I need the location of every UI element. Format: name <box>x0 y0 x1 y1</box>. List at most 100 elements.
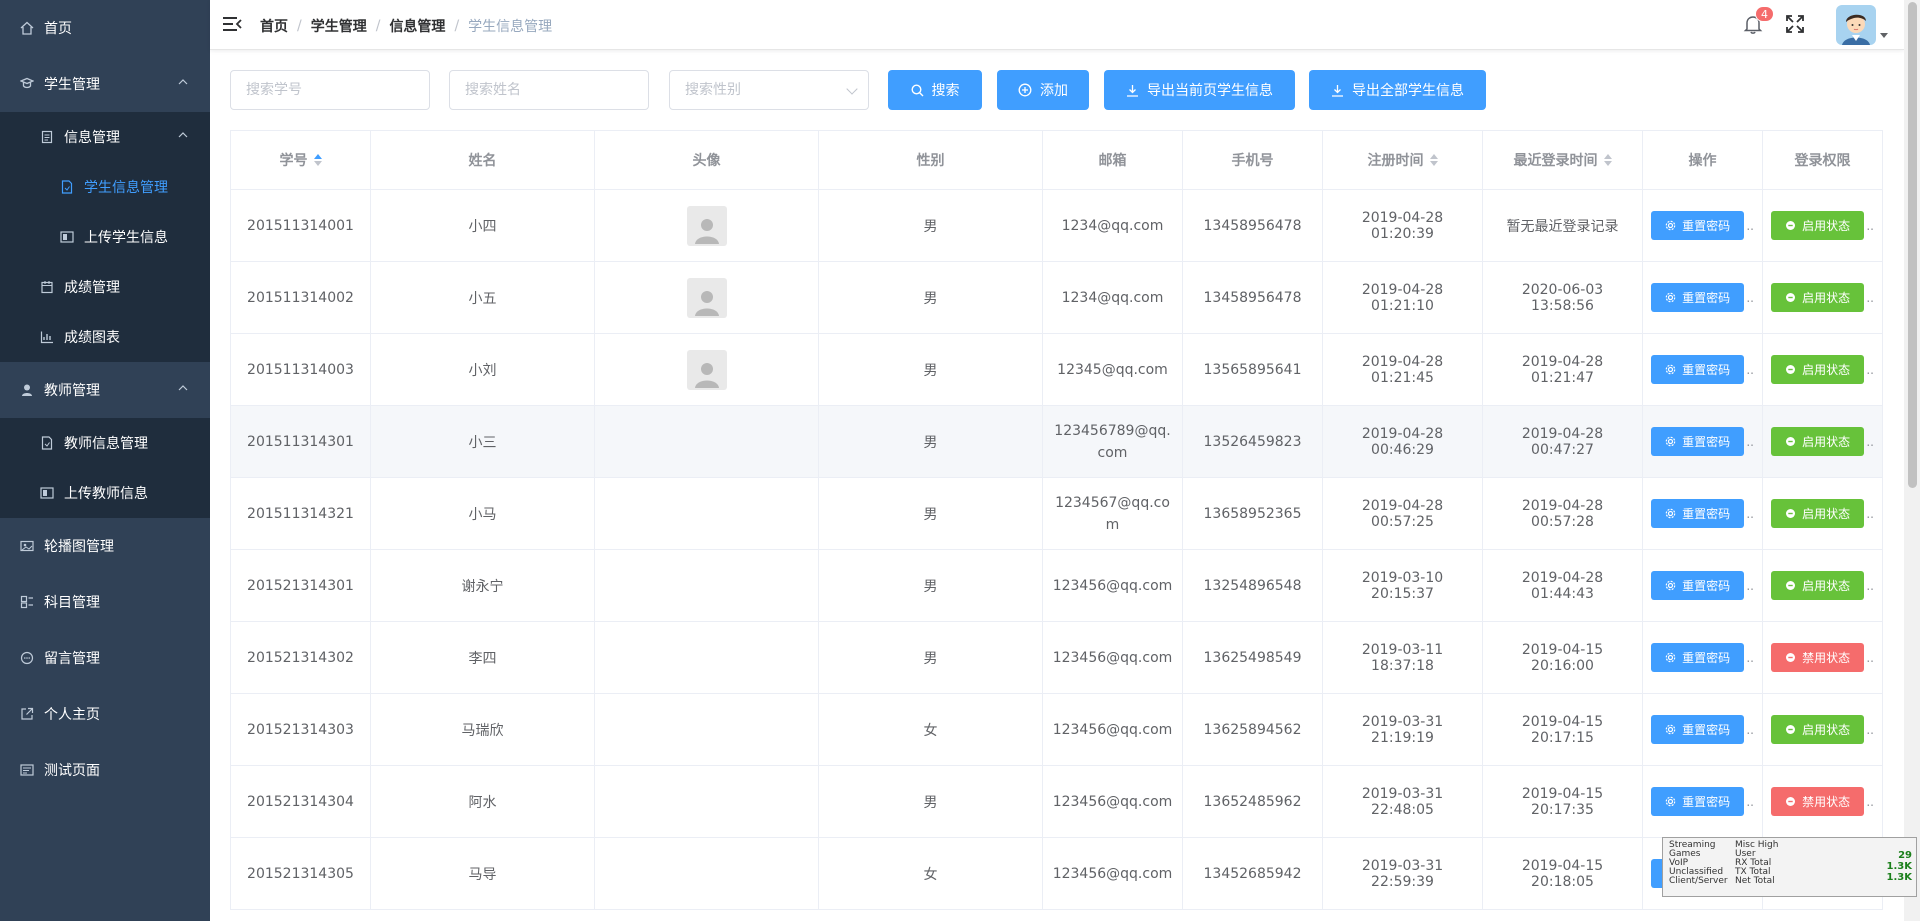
cell-login-permission: 禁用状态.. <box>1763 766 1883 837</box>
cell-last-login: 2019-04-28 00:57:28 <box>1483 478 1643 549</box>
reset-password-button[interactable]: 重置密码 <box>1651 643 1745 672</box>
cell-register-time: 2019-03-11 18:37:18 <box>1323 622 1483 693</box>
search-name-input[interactable]: 搜索姓名 <box>449 70 649 110</box>
sidebar-item-test[interactable]: 测试页面 <box>0 742 210 798</box>
sidebar-item-teacher-management[interactable]: 教师管理 <box>0 362 210 418</box>
toggle-status-button[interactable]: 启用状态 <box>1771 571 1865 600</box>
fullscreen-icon[interactable] <box>1786 15 1804 33</box>
cell-photo <box>595 262 819 333</box>
caret-down-icon[interactable] <box>1880 33 1888 38</box>
breadcrumb-student-management[interactable]: 学生管理 <box>311 16 367 36</box>
reset-password-label: 重置密码 <box>1682 579 1731 593</box>
sidebar-item-teacher-info[interactable]: 教师信息管理 <box>0 418 210 468</box>
column-header-photo: 头像 <box>595 131 819 189</box>
sidebar-item-profile[interactable]: 个人主页 <box>0 686 210 742</box>
column-header-register-time[interactable]: 注册时间 <box>1323 131 1483 189</box>
cell-phone: 13565895641 <box>1183 334 1323 405</box>
export-all-button[interactable]: 导出全部学生信息 <box>1309 70 1486 110</box>
cell-name: 小五 <box>371 262 595 333</box>
column-header-student-id[interactable]: 学号 <box>230 131 371 189</box>
sidebar-item-grade-chart[interactable]: 成绩图表 <box>0 312 210 362</box>
cell-student-id: 201521314305 <box>230 838 371 909</box>
status-circle-icon <box>1785 220 1796 231</box>
column-header-email: 邮箱 <box>1043 131 1183 189</box>
table-row[interactable]: 201521314304 阿水男 123456@qq.com 13652485962 2… <box>230 766 1883 838</box>
scrollbar-thumb[interactable] <box>1908 2 1917 488</box>
truncation-ellipsis: .. <box>1866 722 1874 737</box>
gender-select[interactable]: 搜索性别 <box>669 70 869 110</box>
student-submenu: 信息管理 学生信息管理 上传学生信息 成绩管理 成绩图表 <box>0 112 210 362</box>
sidebar-item-messages[interactable]: 留言管理 <box>0 630 210 686</box>
reset-password-label: 重置密码 <box>1682 291 1731 305</box>
reset-password-button[interactable]: 重置密码 <box>1651 499 1745 528</box>
reset-password-button[interactable]: 重置密码 <box>1651 427 1745 456</box>
breadcrumb-home[interactable]: 首页 <box>260 16 288 36</box>
sidebar-item-student-management[interactable]: 学生管理 <box>0 56 210 112</box>
add-button-label: 添加 <box>1040 83 1068 99</box>
table-row[interactable]: 201511314003 小刘男 12345@qq.com 13565895641 20… <box>230 334 1883 406</box>
table-row[interactable]: 201511314321 小马 男 1234567@qq.com 13658952365… <box>230 478 1883 550</box>
sort-caret-icon[interactable] <box>313 154 322 166</box>
sidebar-item-student-info[interactable]: 学生信息管理 <box>0 162 210 212</box>
cell-student-id: 201511314001 <box>230 190 371 261</box>
table-row[interactable]: 201511314301 小三 男 123456789@qq.com 135264598… <box>230 406 1883 478</box>
table-row[interactable]: 201521314301 谢永宁 男 123456@qq.com 13254896548… <box>230 550 1883 622</box>
breadcrumb-current: 学生信息管理 <box>468 19 553 35</box>
sidebar-item-grade-management[interactable]: 成绩管理 <box>0 262 210 312</box>
avatar-placeholder-icon <box>686 277 727 318</box>
sort-caret-icon[interactable] <box>1603 154 1612 166</box>
export-page-button[interactable]: 导出当前页学生信息 <box>1104 70 1295 110</box>
status-circle-icon <box>1785 796 1796 807</box>
add-button[interactable]: 添加 <box>997 70 1089 110</box>
toggle-status-button[interactable]: 启用状态 <box>1771 211 1865 240</box>
toggle-status-button[interactable]: 禁用状态 <box>1771 787 1865 816</box>
sidebar-item-home[interactable]: 首页 <box>0 0 210 56</box>
gender-select-placeholder: 搜索性别 <box>685 82 741 98</box>
sidebar-item-info-management[interactable]: 信息管理 <box>0 112 210 162</box>
truncation-ellipsis: .. <box>1746 434 1754 449</box>
toggle-status-button[interactable]: 启用状态 <box>1771 283 1865 312</box>
download-icon <box>1126 84 1139 97</box>
sidebar-item-upload-student[interactable]: 上传学生信息 <box>0 212 210 262</box>
calendar-icon <box>40 280 54 294</box>
column-header-last-login[interactable]: 最近登录时间 <box>1483 131 1643 189</box>
search-student-id-input[interactable]: 搜索学号 <box>230 70 430 110</box>
reset-password-button[interactable]: 重置密码 <box>1651 283 1745 312</box>
cell-gender: 男 <box>819 406 1043 477</box>
table-row[interactable]: 201511314002 小五 男 1234@qq.com 13458956478 201… <box>230 262 1883 334</box>
sidebar-item-subjects[interactable]: 科目管理 <box>0 574 210 630</box>
cell-email: 123456@qq.com <box>1043 838 1183 909</box>
vertical-scrollbar[interactable] <box>1904 0 1920 921</box>
reset-password-button[interactable]: 重置密码 <box>1651 787 1745 816</box>
table-row[interactable]: 201521314303 马瑞欣 女 123456@qq.com 13625894562… <box>230 694 1883 766</box>
reset-password-button[interactable]: 重置密码 <box>1651 571 1745 600</box>
toggle-status-button[interactable]: 启用状态 <box>1771 715 1865 744</box>
navbar: 首页 / 学生管理 / 信息管理 / 学生信息管理 4 <box>210 0 1904 50</box>
toggle-status-button[interactable]: 启用状态 <box>1771 355 1865 384</box>
sidebar-item-carousel[interactable]: 轮播图管理 <box>0 518 210 574</box>
reset-password-button[interactable]: 重置密码 <box>1651 355 1745 384</box>
cell-gender: 男 <box>819 334 1043 405</box>
reset-password-button[interactable]: 重置密码 <box>1651 715 1745 744</box>
reset-password-label: 重置密码 <box>1682 219 1731 233</box>
toggle-status-button[interactable]: 启用状态 <box>1771 427 1865 456</box>
table-row[interactable]: 201521314302 李四男 123456@qq.com 13625498549 2… <box>230 622 1883 694</box>
search-button[interactable]: 搜索 <box>888 70 982 110</box>
sort-caret-icon[interactable] <box>1429 154 1438 166</box>
toggle-status-button[interactable]: 启用状态 <box>1771 499 1865 528</box>
reset-password-button[interactable]: 重置密码 <box>1651 211 1745 240</box>
table-row[interactable]: 201521314305 马导女 123456@qq.com 13452685942 2… <box>230 838 1883 910</box>
sidebar-item-upload-teacher[interactable]: 上传教师信息 <box>0 468 210 518</box>
cell-email: 1234@qq.com <box>1043 262 1183 333</box>
breadcrumb-info-management[interactable]: 信息管理 <box>389 16 445 36</box>
cell-register-time: 2019-03-31 22:48:05 <box>1323 766 1483 837</box>
home-icon <box>20 21 34 35</box>
avatar[interactable] <box>1836 5 1876 45</box>
status-circle-icon <box>1785 724 1796 735</box>
hamburger-icon[interactable] <box>222 15 242 33</box>
chevron-up-icon <box>178 385 188 391</box>
upload-icon <box>40 486 54 500</box>
breadcrumb-separator: / <box>297 18 302 34</box>
toggle-status-button[interactable]: 禁用状态 <box>1771 643 1865 672</box>
table-row[interactable]: 201511314001 小四 男 1234@qq.com 13458956478 201… <box>230 190 1883 262</box>
